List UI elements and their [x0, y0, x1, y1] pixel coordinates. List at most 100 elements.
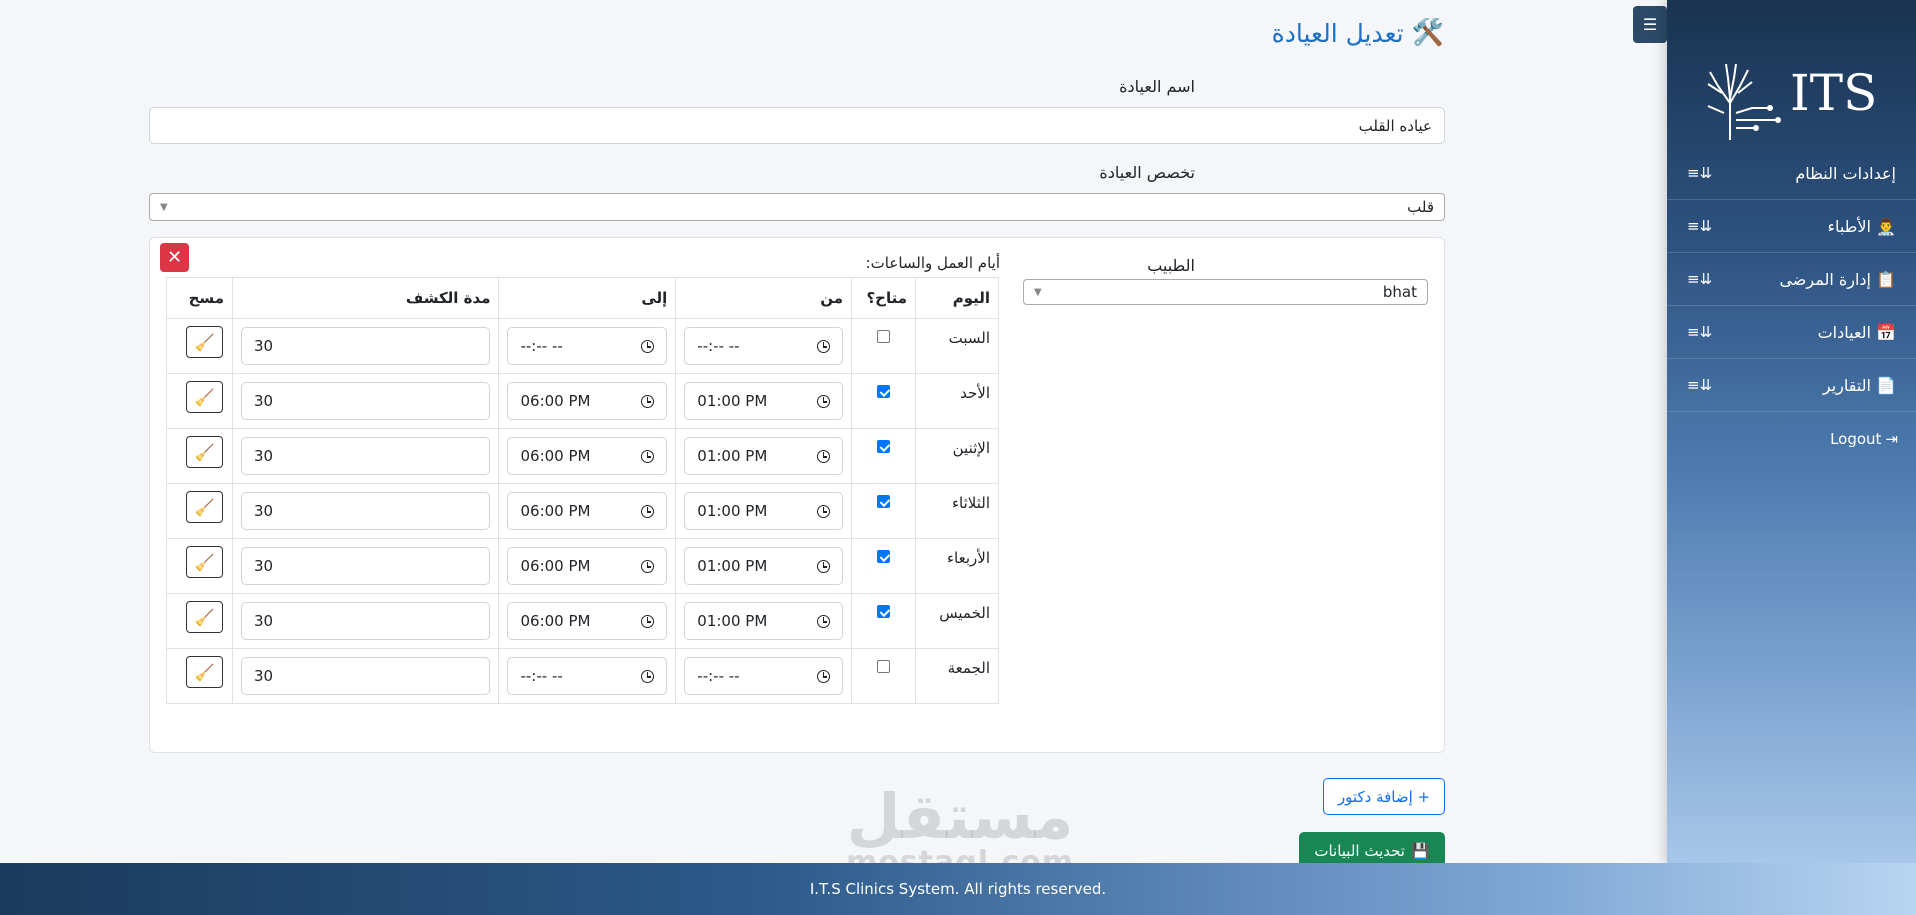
from-cell: 01:00 PM — [675, 373, 853, 429]
sidebar-item-system-settings[interactable]: إعدادات النظام ⇊≡ — [1667, 147, 1916, 200]
schedule-table: اليوم متاح؟ من إلى مدة الكشف مسح السبت --… — [166, 277, 999, 704]
duration-input[interactable]: 30 — [241, 327, 491, 365]
clear-cell: 🧹 — [166, 538, 233, 594]
to-cell: --:-- -- — [498, 318, 677, 374]
clock-icon — [817, 669, 831, 683]
clock-icon — [817, 614, 831, 628]
clear-row-button[interactable]: 🧹 — [186, 656, 223, 688]
schedule-header-row: اليوم متاح؟ من إلى مدة الكشف مسح — [166, 277, 999, 319]
clear-row-button[interactable]: 🧹 — [186, 491, 223, 523]
from-cell: 01:00 PM — [675, 538, 853, 594]
to-time-input[interactable]: --:-- -- — [507, 327, 668, 365]
clear-row-button[interactable]: 🧹 — [186, 601, 223, 633]
to-cell: --:-- -- — [498, 648, 677, 704]
watermark-arabic: مستقل — [846, 780, 1074, 853]
schedule-row: الجمعة --:-- -- --:-- -- 30 🧹 — [166, 648, 999, 704]
day-label: الإثنين — [952, 439, 990, 457]
from-time-value: 01:00 PM — [697, 447, 768, 465]
clinic-name-label: اسم العيادة — [1119, 77, 1195, 96]
sort-icon: ⇊≡ — [1687, 164, 1713, 182]
sidebar-item-patients[interactable]: 📋 إدارة المرضى ⇊≡ — [1667, 253, 1916, 306]
duration-input[interactable]: 30 — [241, 382, 491, 420]
to-cell: 06:00 PM — [498, 373, 677, 429]
available-checkbox[interactable] — [877, 385, 891, 398]
sidebar-item-doctors[interactable]: 👨‍⚕️ الأطباء ⇊≡ — [1667, 200, 1916, 253]
logout-link[interactable]: Logout ⇥ — [1667, 421, 1916, 457]
from-time-input[interactable]: 01:00 PM — [684, 602, 844, 640]
available-checkbox[interactable] — [877, 330, 891, 343]
to-time-input[interactable]: 06:00 PM — [507, 547, 668, 585]
duration-value: 30 — [254, 667, 274, 685]
schedule-title: أيام العمل والساعات: — [865, 254, 1000, 272]
to-time-input[interactable]: 06:00 PM — [507, 602, 668, 640]
from-time-input[interactable]: 01:00 PM — [684, 382, 844, 420]
specialty-value: قلب — [1407, 198, 1434, 216]
clinic-name-value: عياده القلب — [1358, 116, 1432, 135]
from-time-input[interactable]: 01:00 PM — [684, 547, 844, 585]
duration-cell: 30 — [231, 428, 500, 484]
remove-doctor-button[interactable]: ✕ — [160, 243, 189, 272]
available-cell — [851, 593, 917, 649]
from-time-value: --:-- -- — [697, 667, 740, 685]
duration-value: 30 — [254, 337, 274, 355]
day-cell: الخميس — [915, 593, 999, 649]
available-checkbox[interactable] — [877, 440, 891, 453]
to-time-input[interactable]: 06:00 PM — [507, 382, 668, 420]
from-time-input[interactable]: --:-- -- — [684, 327, 844, 365]
clinic-name-input[interactable]: عياده القلب — [149, 107, 1445, 144]
from-time-input[interactable]: 01:00 PM — [684, 437, 844, 475]
day-label: الأحد — [960, 384, 990, 402]
specialty-select[interactable]: قلب ▼ — [149, 193, 1445, 221]
clock-icon — [641, 504, 655, 518]
to-time-value: 06:00 PM — [520, 612, 591, 630]
clear-row-button[interactable]: 🧹 — [186, 326, 223, 358]
day-cell: الأربعاء — [915, 538, 999, 594]
available-checkbox[interactable] — [877, 550, 891, 563]
to-time-value: 06:00 PM — [520, 557, 591, 575]
page-title: 🛠️ تعديل العيادة — [1272, 18, 1444, 48]
chevron-down-icon: ▼ — [160, 201, 168, 213]
to-time-input[interactable]: 06:00 PM — [507, 492, 668, 530]
duration-input[interactable]: 30 — [241, 657, 491, 695]
duration-input[interactable]: 30 — [241, 492, 491, 530]
duration-input[interactable]: 30 — [241, 437, 491, 475]
page-title-text: تعديل العيادة — [1271, 18, 1404, 48]
available-checkbox[interactable] — [877, 605, 891, 618]
clear-row-button[interactable]: 🧹 — [186, 436, 223, 468]
clipboard-icon: 📋 — [1876, 269, 1896, 289]
sidebar-item-clinics[interactable]: 📅 العيادات ⇊≡ — [1667, 306, 1916, 359]
duration-cell: 30 — [231, 318, 500, 374]
duration-input[interactable]: 30 — [241, 602, 491, 640]
schedule-row: الأربعاء 01:00 PM 06:00 PM 30 🧹 — [166, 538, 999, 594]
col-clear: مسح — [166, 277, 233, 319]
footer: I.T.S Clinics System. All rights reserve… — [0, 863, 1916, 915]
doctor-select[interactable]: bhat ▼ — [1023, 279, 1428, 305]
sidebar-toggle-button[interactable]: ☰ — [1633, 6, 1667, 43]
clear-row-button[interactable]: 🧹 — [186, 546, 223, 578]
available-checkbox[interactable] — [877, 660, 891, 673]
clear-row-button[interactable]: 🧹 — [186, 381, 223, 413]
clear-cell: 🧹 — [166, 593, 233, 649]
schedule-row: الثلاثاء 01:00 PM 06:00 PM 30 🧹 — [166, 483, 999, 539]
sidebar-item-label-wrap: 📄 التقارير — [1823, 376, 1896, 395]
close-icon: ✕ — [166, 247, 183, 268]
clock-icon — [641, 669, 655, 683]
add-doctor-button[interactable]: + إضافة دكتور — [1323, 778, 1445, 815]
schedule-row: السبت --:-- -- --:-- -- 30 🧹 — [166, 318, 999, 374]
day-label: السبت — [948, 329, 990, 347]
schedule-row: الخميس 01:00 PM 06:00 PM 30 🧹 — [166, 593, 999, 649]
duration-input[interactable]: 30 — [241, 547, 491, 585]
col-from: من — [675, 277, 853, 319]
to-time-input[interactable]: 06:00 PM — [507, 437, 668, 475]
duration-value: 30 — [254, 392, 274, 410]
duration-value: 30 — [254, 557, 274, 575]
from-time-input[interactable]: 01:00 PM — [684, 492, 844, 530]
clock-icon — [641, 449, 655, 463]
available-checkbox[interactable] — [877, 495, 891, 508]
day-cell: الأحد — [915, 373, 999, 429]
to-time-value: 06:00 PM — [520, 392, 591, 410]
to-time-input[interactable]: --:-- -- — [507, 657, 668, 695]
clock-icon — [817, 449, 831, 463]
from-time-input[interactable]: --:-- -- — [684, 657, 844, 695]
sidebar-item-reports[interactable]: 📄 التقارير ⇊≡ — [1667, 359, 1916, 412]
